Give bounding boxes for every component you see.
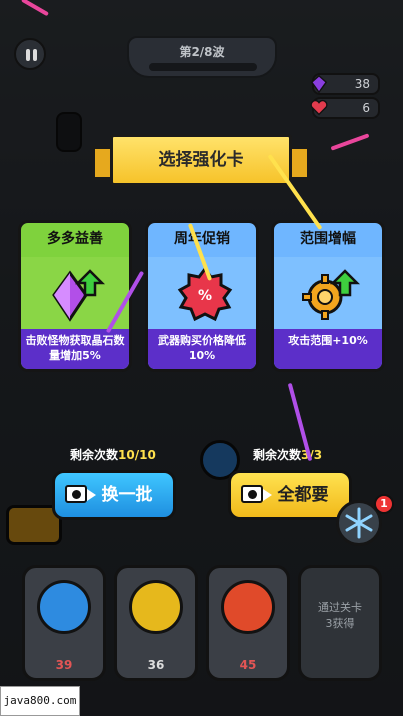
card-description: 攻击范围+10% — [274, 329, 382, 369]
upgrade-card-range[interactable]: 范围增幅 攻击范围+10% — [271, 220, 385, 372]
gem-icon — [310, 75, 328, 93]
heart-count: 6 — [362, 101, 370, 115]
snowflake-icon — [345, 507, 373, 539]
watermark: java800.com — [0, 686, 80, 716]
upgrade-card-sale[interactable]: 周年促销 % 武器购买价格降低10% — [145, 220, 259, 372]
pause-button[interactable] — [14, 38, 46, 70]
take-all-button[interactable]: 全都要 — [228, 470, 352, 520]
heart-counter: 6 — [310, 97, 380, 119]
svg-text:%: % — [198, 288, 212, 304]
wave-progress-bar — [149, 63, 257, 71]
wave-indicator: 第2/8波 — [127, 36, 277, 78]
wave-text: 第2/8波 — [179, 45, 225, 59]
card-description: 武器购买价格降低10% — [148, 329, 256, 369]
gem-counter: 38 — [310, 73, 380, 95]
refresh-cards-button[interactable]: 换一批 — [52, 470, 176, 520]
locked-slot: 通过关卡 3获得 — [298, 565, 382, 681]
slot-cost: 36 — [147, 658, 165, 672]
weapon-slot-blue[interactable]: 39 — [22, 565, 106, 681]
weapon-slot-yellow[interactable]: 36 — [114, 565, 198, 681]
yellow-turret-icon — [129, 580, 183, 634]
take-all-remaining: 剩余次数3/3 — [253, 448, 323, 462]
blue-turret-icon — [37, 580, 91, 634]
refresh-remaining: 剩余次数10/10 — [70, 448, 156, 462]
gem-count: 38 — [354, 77, 370, 91]
locked-slot-label: 通过关卡 3获得 — [318, 601, 362, 630]
red-turret-icon — [221, 580, 275, 634]
card-title: 范围增幅 — [300, 231, 356, 247]
purple-gem-up-icon — [52, 269, 106, 322]
slot-cost: 45 — [239, 658, 257, 672]
video-ad-icon — [241, 485, 272, 503]
skill-count-badge: 1 — [374, 494, 394, 514]
card-title: 多多益善 — [47, 231, 103, 247]
upgrade-card-gem[interactable]: 多多益善 击败怪物获取晶石数量增加5% — [18, 220, 132, 372]
weapon-slot-red[interactable]: 45 — [206, 565, 290, 681]
heart-icon — [310, 99, 328, 116]
dialog-title: 选择强化卡 — [110, 134, 292, 186]
orange-target-up-icon — [302, 269, 361, 320]
card-description: 击败怪物获取晶石数量增加5% — [21, 329, 129, 369]
slot-cost: 39 — [55, 658, 73, 672]
video-ad-icon — [65, 485, 96, 503]
